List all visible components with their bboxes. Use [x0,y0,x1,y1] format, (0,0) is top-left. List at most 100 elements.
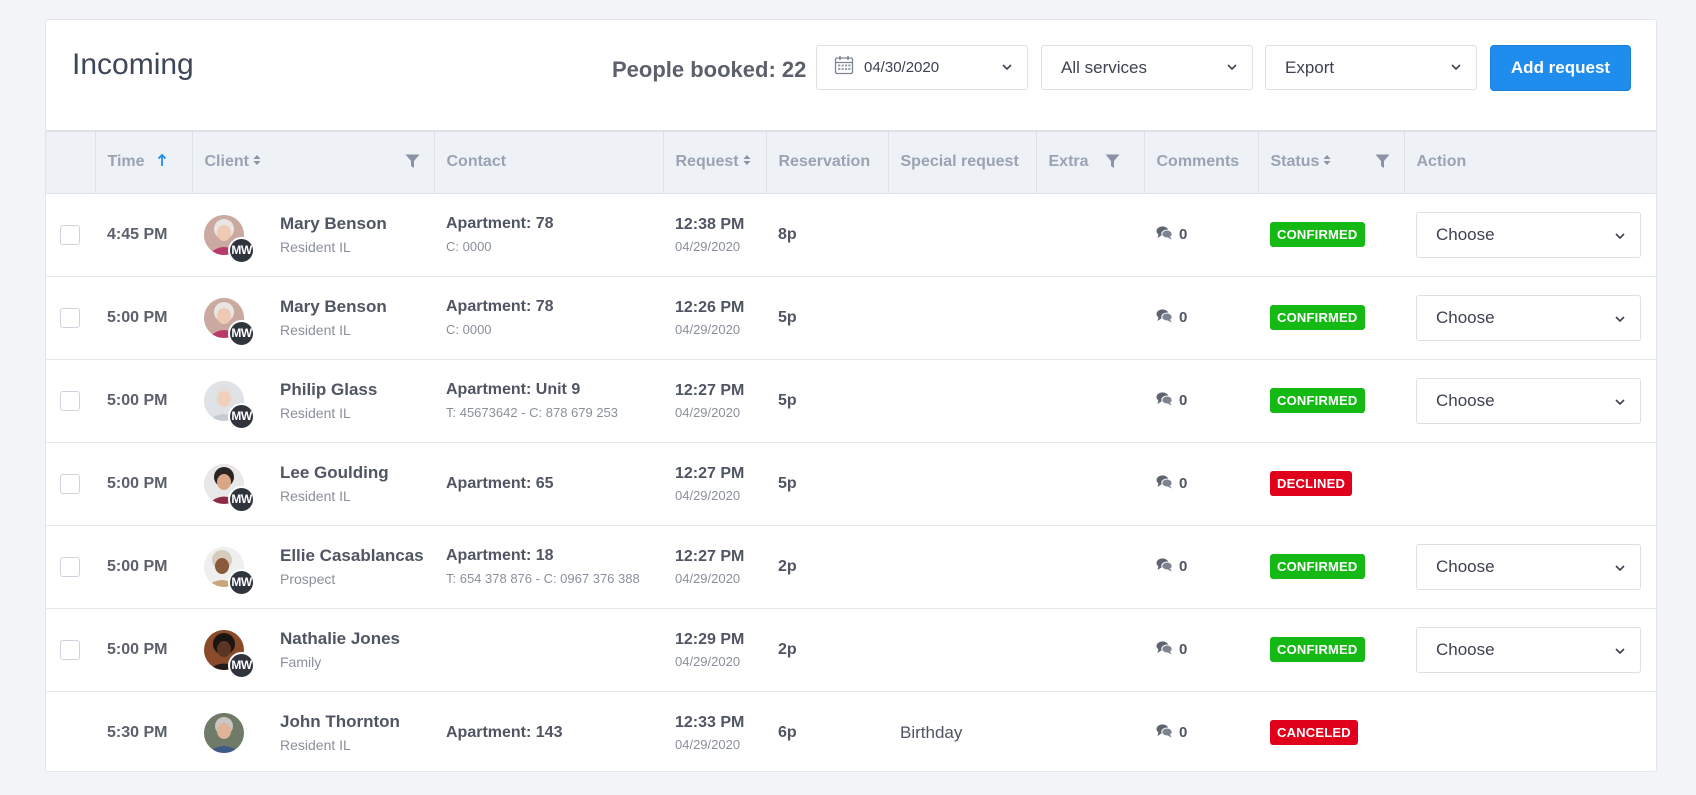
comments-icon [1156,723,1179,742]
client-name[interactable]: John Thornton [280,712,400,732]
reservation-cell: 6p [766,691,888,771]
table-row[interactable]: 4:45 PM MW Mary Benson Resident IL Apart… [46,193,1656,277]
comments-icon [1156,474,1179,493]
chevron-down-icon [1450,59,1462,80]
booking-time: 5:00 PM [107,391,168,409]
action-select[interactable]: Choose [1416,626,1641,673]
status-column-label: Status [1270,153,1320,171]
staff-badge: MW [228,568,255,596]
action-cell [1404,442,1656,526]
request-column-header[interactable]: Request [663,130,767,194]
action-column-header: Action [1404,130,1656,194]
add-request-button[interactable]: Add request [1490,45,1631,91]
avatar[interactable]: MW [204,463,255,513]
action-cell: Choose [1404,276,1656,360]
table-row[interactable]: 5:00 PM MW Philip Glass Resident IL Apar… [46,359,1656,443]
request-time: 12:27 PM [675,381,745,399]
chevron-down-icon [1001,59,1013,80]
status-cell: CONFIRMED [1258,525,1404,609]
time-cell: 5:30 PM [95,691,192,771]
row-checkbox[interactable] [60,307,80,328]
calendar-icon [834,55,854,80]
avatar[interactable]: MW [204,214,255,264]
client-role: Resident IL [280,488,351,504]
client-column-header[interactable]: Client [192,130,435,194]
comments-link[interactable]: 0 [1156,474,1258,493]
export-select[interactable]: Export [1265,45,1477,90]
staff-badge: MW [228,485,255,513]
table-row[interactable]: 5:00 PM MW Mary Benson Resident IL Apart… [46,276,1656,360]
client-name[interactable]: Nathalie Jones [280,629,400,649]
party-size: 5p [778,391,797,409]
time-cell: 5:00 PM [95,525,192,609]
contact-apartment: Apartment: 78 [446,298,554,315]
party-size: 8p [778,225,797,243]
status-cell: DECLINED [1258,442,1404,526]
time-column-label: Time [107,153,145,171]
table-row[interactable]: 5:30 PM John Thornton Resident IL Apartm… [46,691,1656,771]
action-cell [1404,691,1656,771]
comments-cell: 0 [1144,525,1258,609]
client-name[interactable]: Philip Glass [280,380,377,400]
client-name[interactable]: Lee Goulding [280,463,389,483]
comments-link[interactable]: 0 [1156,225,1258,244]
sort-icon[interactable] [253,153,261,171]
special-request-cell [888,276,1036,360]
select-cell [46,276,95,360]
filter-icon[interactable] [1375,154,1390,174]
comments-link[interactable]: 0 [1156,557,1258,576]
comments-count: 0 [1179,558,1188,575]
filter-icon[interactable] [405,154,420,174]
comments-link[interactable]: 0 [1156,640,1258,659]
action-select[interactable]: Choose [1416,543,1641,590]
services-select[interactable]: All services [1041,45,1253,90]
status-column-header[interactable]: Status [1258,130,1405,194]
sort-ascending-icon[interactable] [157,153,167,172]
avatar[interactable]: MW [204,629,255,679]
client-role: Family [280,654,322,670]
special-request-cell [888,193,1036,277]
party-size: 6p [778,723,797,741]
comments-cell: 0 [1144,608,1258,692]
client-role: Resident IL [280,737,351,754]
table-row[interactable]: 5:00 PM MW Ellie Casablancas Prospect Ap… [46,525,1656,609]
page-title: Incoming [72,48,194,81]
avatar[interactable]: MW [204,380,255,430]
client-name[interactable]: Mary Benson [280,297,387,317]
sort-icon[interactable] [743,153,751,171]
action-select-value: Choose [1436,224,1495,244]
action-select[interactable]: Choose [1416,211,1641,258]
row-checkbox[interactable] [60,556,80,577]
client-name[interactable]: Mary Benson [280,214,387,234]
request-cell: 12:33 PM 04/29/2020 [663,691,766,771]
reservation-cell: 2p [766,608,888,692]
date-picker[interactable]: 04/30/2020 [816,45,1028,90]
comments-link[interactable]: 0 [1156,308,1258,327]
avatar[interactable]: MW [204,546,255,596]
row-checkbox[interactable] [60,390,80,411]
row-checkbox[interactable] [60,224,80,245]
filter-icon[interactable] [1105,154,1120,174]
comments-link[interactable]: 0 [1156,723,1258,742]
comments-link[interactable]: 0 [1156,391,1258,410]
reservation-column-header: Reservation [766,130,889,194]
comments-icon [1156,391,1179,410]
table-row[interactable]: 5:00 PM MW Lee Goulding Resident IL Apar… [46,442,1656,526]
action-cell: Choose [1404,359,1656,443]
action-select[interactable]: Choose [1416,377,1641,424]
client-cell: MW Nathalie Jones Family [192,608,434,692]
avatar[interactable]: MW [204,297,255,347]
request-cell: 12:38 PM 04/29/2020 [663,193,766,277]
time-column-header[interactable]: Time [95,130,193,194]
extra-column-header: Extra [1036,130,1145,194]
contact-phone: T: 654 378 876 - C: 0967 376 388 [446,571,640,586]
action-select[interactable]: Choose [1416,294,1641,341]
request-column-label: Request [675,153,739,171]
row-checkbox[interactable] [60,473,80,494]
row-checkbox[interactable] [60,639,80,660]
avatar[interactable] [204,712,244,753]
request-time: 12:29 PM [675,630,745,648]
client-name[interactable]: Ellie Casablancas [280,546,424,566]
table-row[interactable]: 5:00 PM MW Nathalie Jones Family 12:29 P… [46,608,1656,692]
sort-icon[interactable] [1323,153,1331,171]
